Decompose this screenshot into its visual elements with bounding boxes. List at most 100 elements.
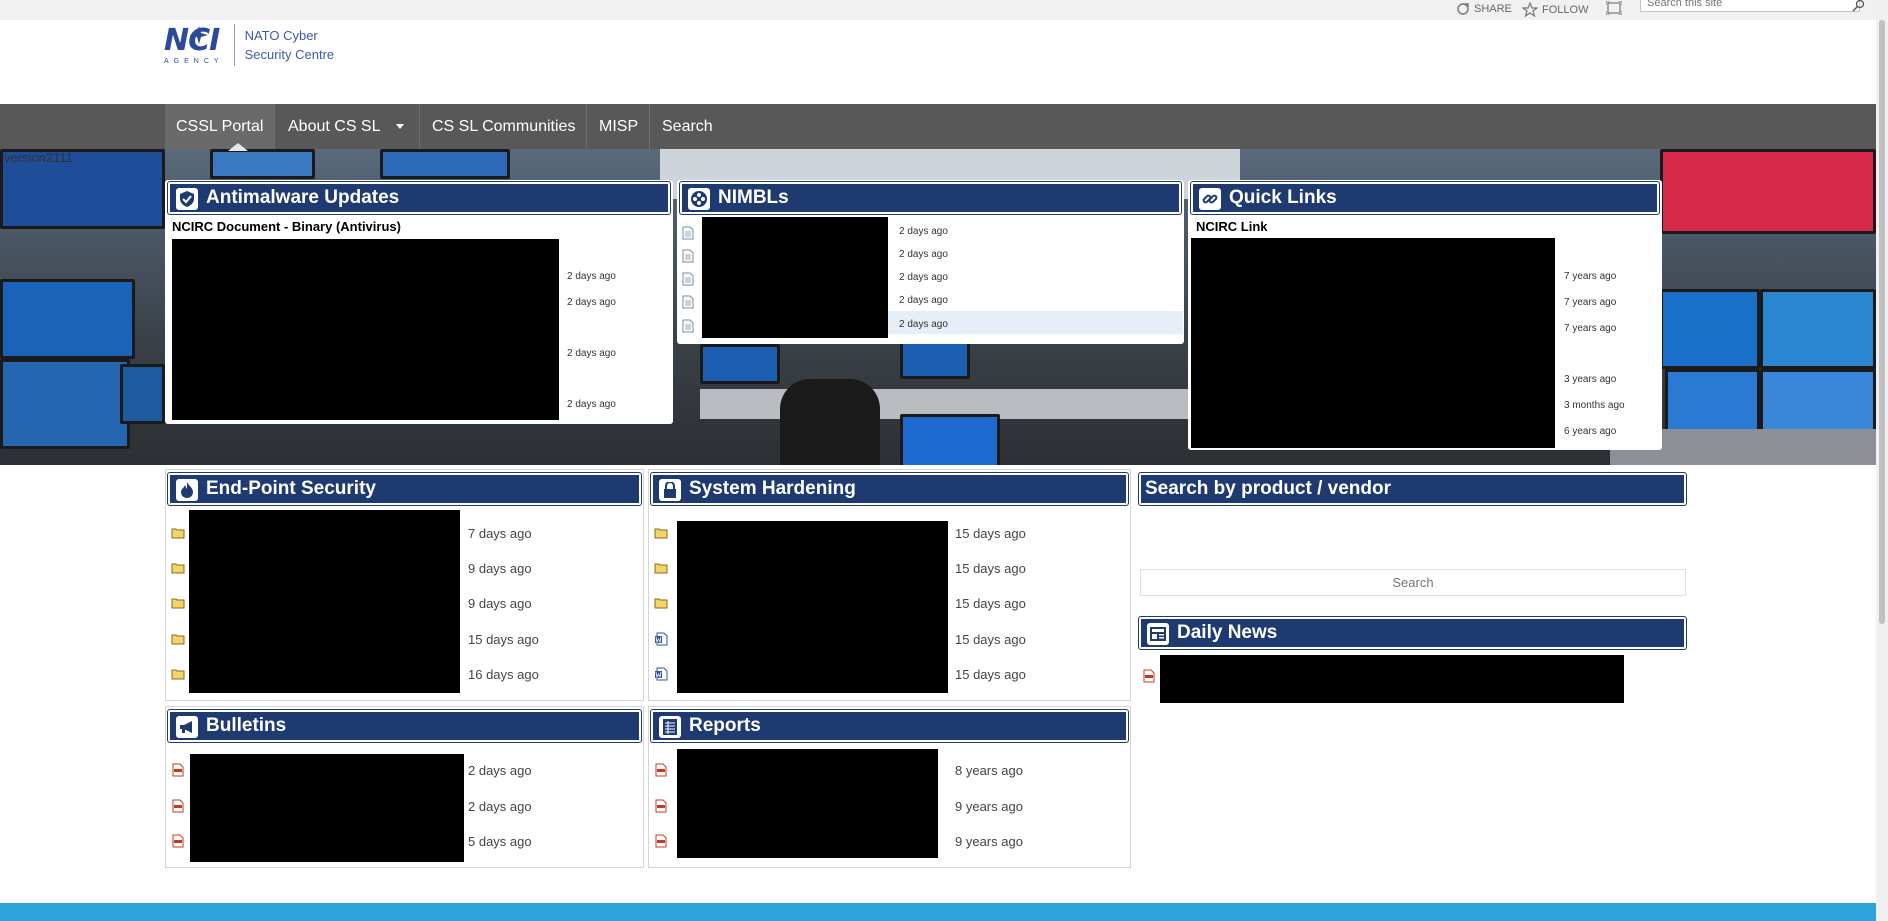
lock-icon (659, 479, 681, 501)
nav-item-communities[interactable]: CS SL Communities (421, 104, 588, 149)
document-icon[interactable] (681, 272, 695, 286)
redacted-block (190, 754, 464, 862)
pdf-icon[interactable] (171, 799, 185, 813)
folder-icon[interactable] (171, 596, 185, 610)
nimbls-header: NIMBLs (679, 181, 1182, 215)
product-search-input[interactable] (1140, 569, 1686, 596)
redacted-block (677, 521, 948, 693)
nav-label: CS SL Communities (432, 118, 576, 135)
document-icon[interactable] (681, 249, 695, 263)
document-icon[interactable] (681, 319, 695, 333)
word-document-icon[interactable] (654, 667, 668, 681)
folder-icon[interactable] (654, 526, 668, 540)
antimalware-time-4: 2 days ago (567, 399, 616, 410)
focus-icon (1606, 1, 1622, 15)
pdf-icon[interactable] (654, 834, 668, 848)
antimalware-time-2: 2 days ago (567, 297, 616, 308)
daily-news-header: Daily News (1138, 616, 1687, 650)
nimbls-time-5: 2 days ago (899, 319, 948, 330)
quicklinks-time-3: 7 years ago (1564, 323, 1617, 334)
nci-logo-sub: AGENCY (164, 57, 224, 65)
folder-icon[interactable] (171, 561, 185, 575)
logo-tagline-2: Security Centre (244, 47, 335, 62)
hardening-time-5: 15 days ago (955, 667, 1026, 682)
folder-icon[interactable] (171, 526, 185, 540)
suite-bar: SHARE FOLLOW (0, 0, 1888, 20)
star-icon (1522, 2, 1538, 17)
quicklinks-header: Quick Links (1190, 181, 1660, 215)
folder-icon[interactable] (171, 632, 185, 646)
newspaper-icon (1147, 623, 1169, 645)
endpoint-title: End-Point Security (206, 478, 376, 499)
antimalware-time-3: 2 days ago (567, 348, 616, 359)
bulletins-header: Bulletins (167, 709, 642, 743)
nav-label: Search (662, 118, 713, 135)
nav-label: CSSL Portal (176, 118, 264, 135)
folder-icon[interactable] (654, 596, 668, 610)
search-icon[interactable] (1852, 0, 1866, 12)
bulletins-time-2: 2 days ago (468, 799, 532, 814)
folder-icon[interactable] (171, 667, 185, 681)
compass-star-icon (190, 26, 208, 44)
share-action[interactable]: SHARE (1456, 2, 1512, 16)
antimalware-time-1: 2 days ago (567, 271, 616, 282)
search-product-title: Search by product / vendor (1145, 478, 1391, 499)
nav-label: MISP (599, 118, 639, 135)
vertical-scrollbar[interactable] (1876, 0, 1888, 921)
quicklinks-time-5: 3 months ago (1564, 400, 1625, 411)
hardening-time-2: 15 days ago (955, 561, 1026, 576)
daily-news-title: Daily News (1177, 622, 1278, 643)
nav-item-search[interactable]: Search (651, 104, 724, 149)
top-navigation: CSSL Portal About CS SL CS SL Communitie… (0, 104, 1876, 149)
endpoint-time-5: 16 days ago (468, 667, 539, 682)
hardening-time-1: 15 days ago (955, 526, 1026, 541)
redacted-block (189, 510, 460, 693)
quicklinks-time-1: 7 years ago (1564, 271, 1617, 282)
quicklinks-time-6: 6 years ago (1564, 426, 1617, 437)
share-label: SHARE (1474, 3, 1512, 15)
search-product-header: Search by product / vendor (1138, 472, 1687, 506)
antimalware-subtitle: NCIRC Document - Binary (Antivirus) (172, 219, 401, 234)
spreadsheet-icon (659, 716, 681, 738)
bulletins-time-1: 2 days ago (468, 763, 532, 778)
follow-label: FOLLOW (1542, 3, 1589, 16)
bulletins-time-3: 5 days ago (468, 834, 532, 849)
pdf-icon[interactable] (171, 834, 185, 848)
megaphone-icon (176, 716, 198, 738)
shield-icon (176, 188, 198, 210)
pdf-icon[interactable] (1142, 669, 1156, 683)
chevron-down-icon[interactable] (396, 124, 404, 129)
logo-divider (233, 24, 235, 66)
nimbls-time-4: 2 days ago (899, 295, 948, 306)
site-search-input[interactable] (1640, 0, 1860, 12)
hardening-time-3: 15 days ago (955, 596, 1026, 611)
pdf-icon[interactable] (654, 799, 668, 813)
follow-action[interactable]: FOLLOW (1522, 2, 1588, 17)
document-icon[interactable] (681, 226, 695, 240)
redacted-block (702, 217, 888, 338)
redacted-block (1160, 655, 1624, 703)
pdf-icon[interactable] (654, 763, 668, 777)
reports-title: Reports (689, 715, 761, 736)
nav-item-cssl-portal[interactable]: CSSL Portal (165, 104, 276, 149)
endpoint-time-4: 15 days ago (468, 632, 539, 647)
reports-header: Reports (650, 709, 1129, 743)
folder-icon[interactable] (654, 561, 668, 575)
quicklinks-title: Quick Links (1229, 187, 1337, 208)
scrollbar-thumb[interactable] (1879, 20, 1885, 624)
word-document-icon[interactable] (654, 632, 668, 646)
document-icon[interactable] (681, 295, 695, 309)
footer-bar (0, 903, 1876, 921)
focus-content-button[interactable] (1606, 1, 1622, 15)
hardening-header: System Hardening (650, 472, 1129, 506)
version-label: version2111 (4, 150, 73, 165)
redacted-block (1191, 238, 1555, 448)
nav-active-pointer (228, 143, 248, 151)
nav-item-misp[interactable]: MISP (588, 104, 651, 149)
nimbls-title: NIMBLs (718, 187, 789, 208)
nimbls-time-2: 2 days ago (899, 249, 948, 260)
endpoint-time-3: 9 days ago (468, 596, 532, 611)
flame-icon (176, 479, 198, 501)
logo-tagline-1: NATO Cyber (244, 28, 318, 43)
pdf-icon[interactable] (171, 763, 185, 777)
